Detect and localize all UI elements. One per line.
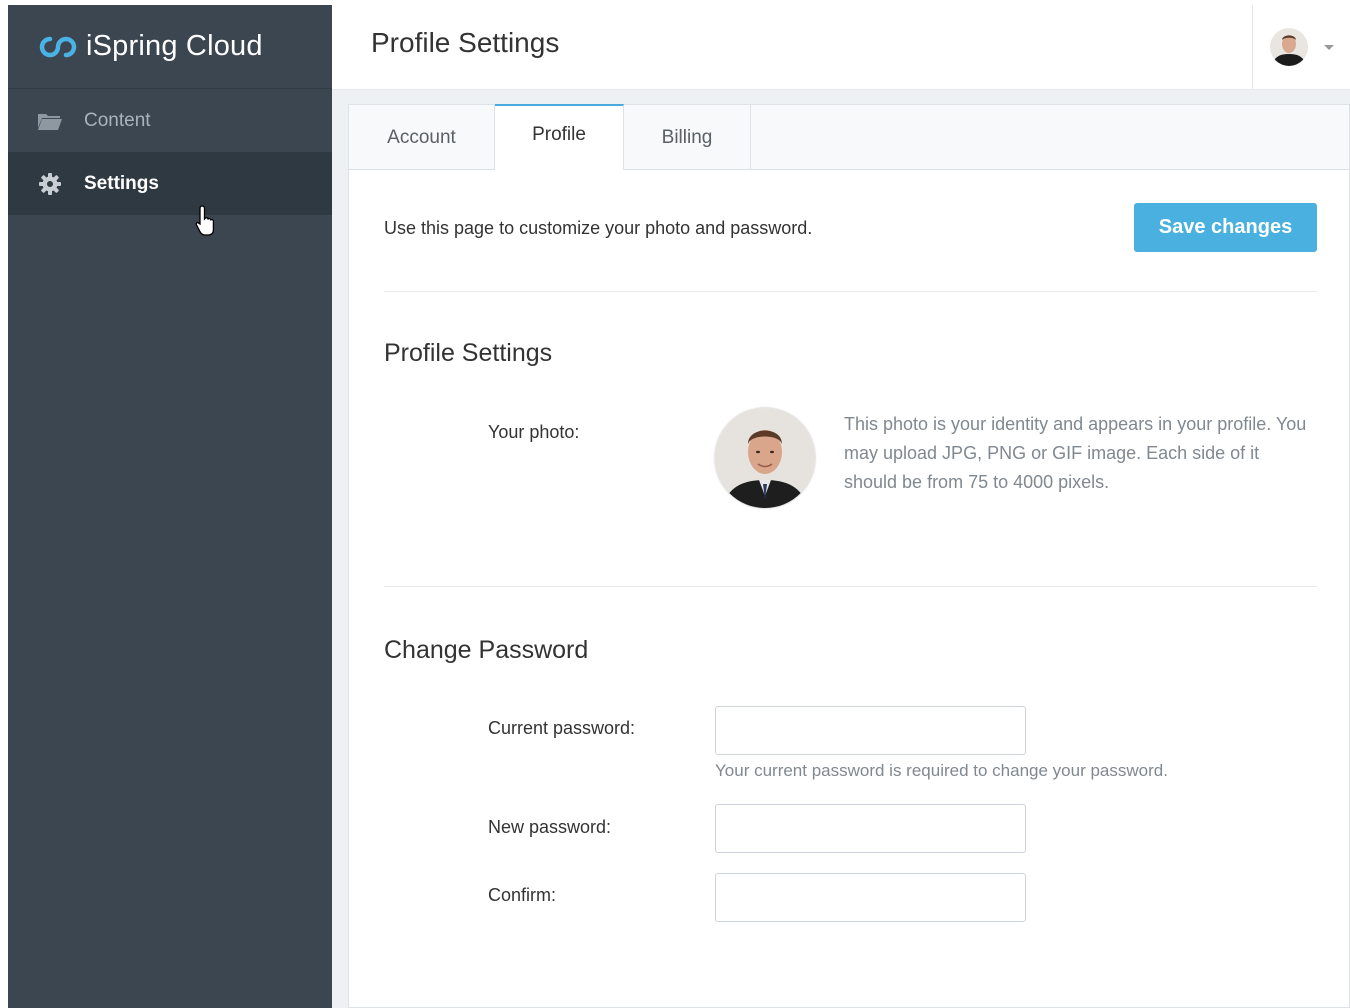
ispring-logo-icon (39, 36, 77, 57)
profile-section-title: Profile Settings (384, 339, 553, 367)
intro-text: Use this page to customize your photo an… (384, 218, 813, 238)
tab-profile[interactable]: Profile (495, 104, 624, 170)
sidebar-item-settings[interactable]: Settings (8, 152, 332, 215)
settings-panel: Account Profile Billing Use this page to… (348, 104, 1350, 1008)
confirm-password-label: Confirm: (488, 885, 557, 905)
tab-bar: Account Profile Billing (349, 104, 1349, 170)
password-section-title: Change Password (384, 636, 589, 664)
tab-account[interactable]: Account (349, 105, 495, 170)
brand-name: iSpring Cloud (86, 30, 263, 62)
current-password-label: Current password: (488, 718, 636, 738)
sidebar-item-content[interactable]: Content (8, 89, 332, 152)
current-password-help: Your current password is required to cha… (715, 761, 1168, 780)
new-password-label: New password: (488, 817, 612, 837)
user-menu[interactable] (1252, 5, 1350, 89)
confirm-password-field[interactable] (715, 873, 1026, 922)
divider (384, 586, 1317, 587)
sidebar: iSpring Cloud Content Settings (8, 5, 332, 1008)
user-avatar[interactable] (1269, 28, 1308, 66)
brand[interactable]: iSpring Cloud (8, 5, 332, 89)
chevron-down-icon[interactable] (1323, 44, 1334, 50)
divider (384, 291, 1317, 292)
tab-billing[interactable]: Billing (624, 105, 751, 170)
page-title: Profile Settings (371, 27, 560, 58)
profile-photo[interactable] (715, 408, 815, 508)
current-password-field[interactable] (715, 706, 1026, 755)
header: Profile Settings (332, 5, 1350, 90)
sidebar-item-label: Settings (84, 172, 159, 194)
hand-cursor-icon (195, 205, 215, 236)
new-password-field[interactable] (715, 804, 1026, 853)
save-changes-button[interactable]: Save changes (1134, 203, 1317, 252)
sidebar-item-label: Content (84, 109, 151, 131)
gear-icon (37, 172, 63, 196)
folder-icon (37, 109, 63, 133)
photo-help-text: This photo is your identity and appears … (844, 414, 1307, 492)
photo-label: Your photo: (488, 422, 580, 442)
